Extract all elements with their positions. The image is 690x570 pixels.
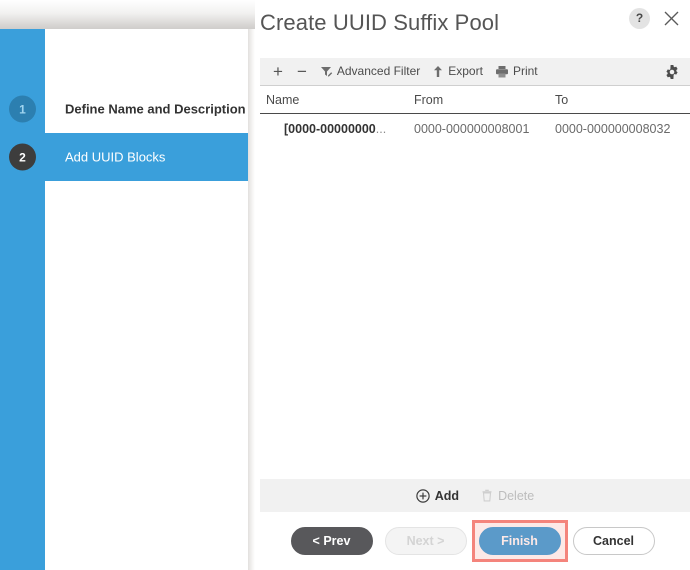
advanced-filter-button[interactable]: Advanced Filter — [314, 58, 426, 85]
table-toolbar: + − Advanced Filter Export Print — [260, 58, 690, 86]
next-button: Next > — [384, 527, 467, 555]
print-label: Print — [512, 64, 538, 78]
wizard-sidebar: 1 Define Name and Description 2 Add UUID… — [0, 29, 255, 570]
step-label: Define Name and Description — [65, 101, 246, 117]
panel-divider-shadow — [248, 29, 255, 570]
wizard-step-list: 1 Define Name and Description 2 Add UUID… — [0, 85, 251, 181]
advanced-filter-label: Advanced Filter — [336, 64, 421, 78]
add-row-button[interactable]: + — [266, 58, 290, 85]
settings-button[interactable] — [658, 58, 684, 85]
gear-icon — [664, 64, 680, 80]
dialog-header: Create UUID Suffix Pool ? — [255, 0, 690, 45]
funnel-edit-icon — [320, 65, 333, 78]
add-block-label: Add — [434, 488, 460, 503]
finish-button-wrapper: Finish — [471, 520, 568, 562]
cell-name: [0000-00000000... — [260, 122, 408, 136]
cancel-button[interactable]: Cancel — [572, 527, 655, 555]
close-icon[interactable] — [660, 7, 682, 29]
dialog-header-actions: ? — [629, 7, 682, 29]
dialog-panel: Create UUID Suffix Pool ? + − Advanced F… — [255, 0, 690, 570]
step-number-badge: 2 — [9, 143, 36, 171]
cell-to: 0000-000000008032 — [555, 122, 671, 136]
trash-icon — [481, 489, 493, 502]
step-number-badge: 1 — [9, 95, 36, 123]
export-up-arrow-icon — [432, 65, 444, 78]
print-button[interactable]: Print — [489, 58, 544, 85]
finish-button[interactable]: Finish — [478, 527, 561, 555]
export-label: Export — [448, 64, 483, 78]
table-action-bar: Add Delete — [260, 479, 690, 512]
delete-block-label: Delete — [498, 488, 535, 503]
column-header-from[interactable]: From — [408, 93, 549, 107]
background-page-strip — [0, 0, 255, 29]
export-button[interactable]: Export — [426, 58, 489, 85]
prev-button[interactable]: < Prev — [290, 527, 373, 555]
add-block-button[interactable]: Add — [416, 489, 459, 503]
app-root: 1 Define Name and Description 2 Add UUID… — [0, 0, 690, 570]
page-title: Create UUID Suffix Pool — [260, 9, 500, 35]
column-header-name[interactable]: Name — [260, 93, 408, 107]
cell-from: 0000-000000008001 — [414, 122, 530, 136]
table-row[interactable]: [0000-00000000... 0000-000000008001 0000… — [260, 114, 690, 144]
cell-name-ellipsis: ... — [375, 122, 387, 136]
remove-row-button[interactable]: − — [290, 58, 314, 85]
uuid-blocks-table: Name From To [0000-00000000... 0000-0000… — [260, 86, 690, 479]
table-header-row: Name From To — [260, 86, 690, 114]
cell-name-text: [0000-00000000 — [284, 122, 376, 136]
wizard-step-define-name-and-description[interactable]: 1 Define Name and Description — [0, 85, 251, 133]
wizard-step-add-uuid-blocks[interactable]: 2 Add UUID Blocks — [0, 133, 251, 181]
printer-icon — [495, 65, 509, 78]
help-icon[interactable]: ? — [629, 7, 650, 29]
plus-circle-icon — [416, 488, 430, 503]
column-header-to[interactable]: To — [549, 93, 690, 107]
delete-block-button: Delete — [481, 489, 534, 503]
wizard-footer: < Prev Next > Finish Cancel — [255, 512, 690, 570]
step-label: Add UUID Blocks — [65, 149, 166, 165]
